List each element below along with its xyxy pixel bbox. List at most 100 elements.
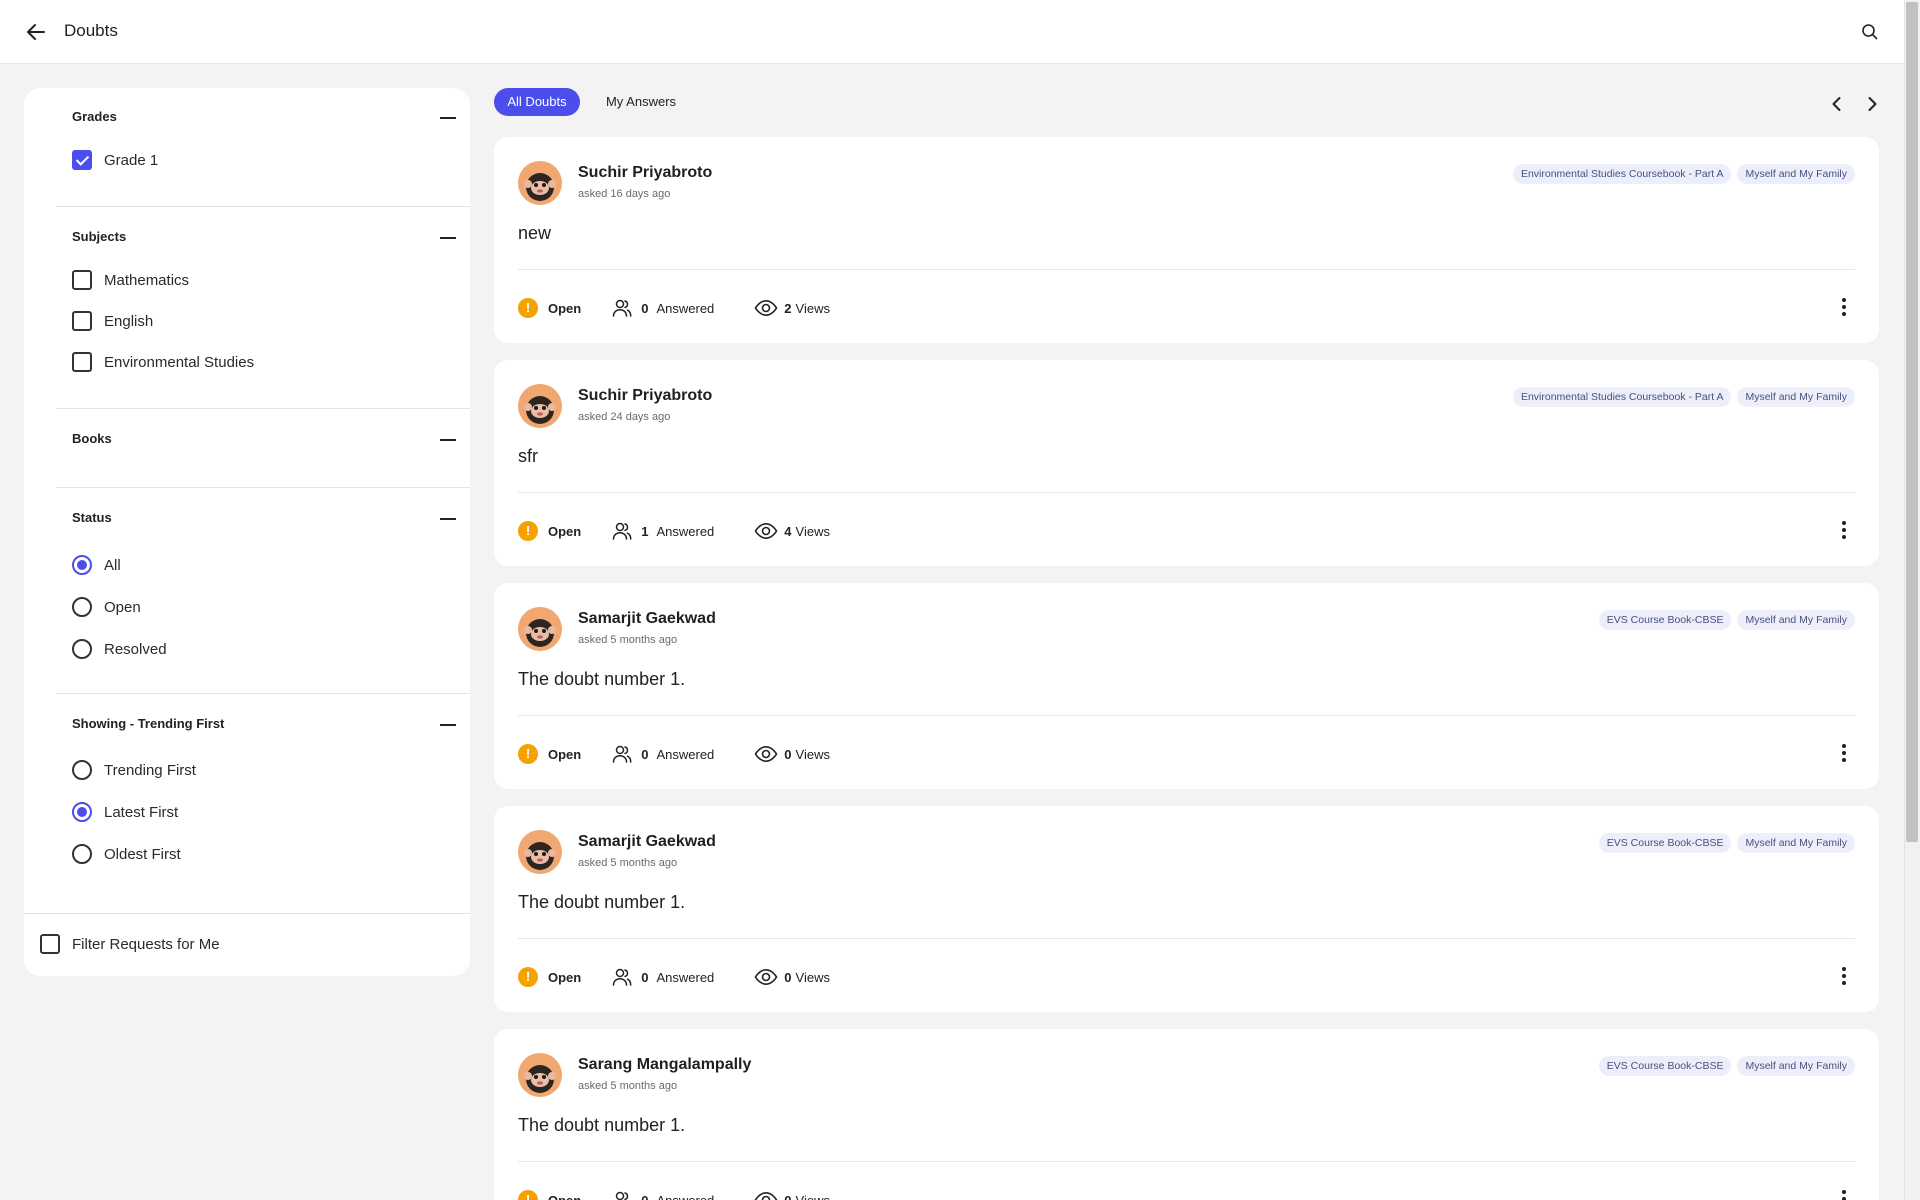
- sort-option-oldest-first[interactable]: Oldest First: [72, 844, 181, 864]
- more-options-icon[interactable]: [1841, 966, 1847, 986]
- user-avatar[interactable]: [518, 607, 562, 651]
- status-collapse-icon[interactable]: [440, 518, 456, 520]
- user-avatar[interactable]: [518, 1053, 562, 1097]
- status-section-title: Status: [72, 510, 112, 525]
- author-name[interactable]: Sarang Mangalampally: [578, 1056, 751, 1074]
- divider: [518, 269, 1855, 270]
- alert-icon: !: [518, 967, 538, 987]
- answered-label: Answered: [656, 523, 715, 539]
- doubt-card[interactable]: Suchir Priyabroto asked 16 days ago Envi…: [494, 137, 1879, 343]
- doubt-text[interactable]: new: [518, 223, 551, 244]
- views-label: Views: [795, 746, 830, 762]
- answered-label: Answered: [656, 746, 715, 762]
- divider: [56, 693, 470, 694]
- divider: [518, 1161, 1855, 1162]
- tag-list: EVS Course Book-CBSE Myself and My Famil…: [1598, 1056, 1855, 1076]
- chapter-tag[interactable]: Myself and My Family: [1737, 610, 1855, 630]
- doubt-text[interactable]: sfr: [518, 446, 538, 467]
- book-tag[interactable]: EVS Course Book-CBSE: [1598, 1056, 1732, 1076]
- book-tag[interactable]: EVS Course Book-CBSE: [1598, 833, 1732, 853]
- grades-collapse-icon[interactable]: [440, 117, 456, 119]
- asked-time: asked 5 months ago: [578, 1080, 678, 1092]
- back-arrow-icon[interactable]: [24, 20, 48, 44]
- views-count: 0: [784, 1192, 792, 1200]
- trending-first-label: Trending First: [104, 761, 196, 779]
- status-all-radio[interactable]: [72, 555, 92, 575]
- user-avatar[interactable]: [518, 384, 562, 428]
- book-tag[interactable]: EVS Course Book-CBSE: [1598, 610, 1732, 630]
- sort-option-latest-first[interactable]: Latest First: [72, 802, 178, 822]
- author-name[interactable]: Samarjit Gaekwad: [578, 833, 716, 851]
- trending-first-radio[interactable]: [72, 760, 92, 780]
- author-name[interactable]: Suchir Priyabroto: [578, 164, 712, 182]
- chevron-right-icon[interactable]: [1862, 94, 1882, 114]
- more-options-icon[interactable]: [1841, 520, 1847, 540]
- user-avatar[interactable]: [518, 161, 562, 205]
- users-icon: [612, 299, 632, 317]
- answered-count: 0: [641, 300, 649, 316]
- doubt-card[interactable]: Samarjit Gaekwad asked 5 months ago EVS …: [494, 583, 1879, 789]
- books-collapse-icon[interactable]: [440, 439, 456, 441]
- chapter-tag[interactable]: Myself and My Family: [1737, 164, 1855, 184]
- doubt-meta: ! Open 0 Answered 0 Views: [518, 965, 830, 989]
- sort-collapse-icon[interactable]: [440, 724, 456, 726]
- doubt-meta: ! Open 0 Answered 2 Views: [518, 296, 830, 320]
- more-options-icon[interactable]: [1841, 1189, 1847, 1200]
- subjects-collapse-icon[interactable]: [440, 237, 456, 239]
- chapter-tag[interactable]: Myself and My Family: [1737, 833, 1855, 853]
- asked-time: asked 16 days ago: [578, 188, 671, 200]
- doubt-text[interactable]: The doubt number 1.: [518, 892, 685, 913]
- doubt-text[interactable]: The doubt number 1.: [518, 1115, 685, 1136]
- doubt-card[interactable]: Samarjit Gaekwad asked 5 months ago EVS …: [494, 806, 1879, 1012]
- doubt-card[interactable]: Suchir Priyabroto asked 24 days ago Envi…: [494, 360, 1879, 566]
- scrollbar-thumb[interactable]: [1906, 2, 1918, 842]
- subject-option-mathematics[interactable]: Mathematics: [72, 270, 189, 290]
- status-label: Open: [548, 523, 582, 539]
- divider: [518, 715, 1855, 716]
- environmental-studies-label: Environmental Studies: [104, 353, 255, 371]
- latest-first-radio[interactable]: [72, 802, 92, 822]
- tab-my-answers[interactable]: My Answers: [596, 88, 686, 116]
- asked-time: asked 5 months ago: [578, 857, 678, 869]
- more-options-icon[interactable]: [1841, 297, 1847, 317]
- status-resolved-radio[interactable]: [72, 639, 92, 659]
- eye-icon: [754, 299, 778, 317]
- views-count: 4: [784, 523, 792, 539]
- author-name[interactable]: Suchir Priyabroto: [578, 387, 712, 405]
- filter-requests-checkbox[interactable]: [40, 934, 60, 954]
- doubt-text[interactable]: The doubt number 1.: [518, 669, 685, 690]
- grade-1-checkbox[interactable]: [72, 150, 92, 170]
- status-open-radio[interactable]: [72, 597, 92, 617]
- tab-all-doubts[interactable]: All Doubts: [494, 88, 580, 116]
- author-name[interactable]: Samarjit Gaekwad: [578, 610, 716, 628]
- more-options-icon[interactable]: [1841, 743, 1847, 763]
- filter-requests-option[interactable]: Filter Requests for Me: [40, 934, 220, 954]
- grade-1-checkbox-option[interactable]: Grade 1: [72, 150, 158, 170]
- oldest-first-radio[interactable]: [72, 844, 92, 864]
- book-tag[interactable]: Environmental Studies Coursebook - Part …: [1512, 387, 1732, 407]
- subjects-section-title: Subjects: [72, 229, 127, 244]
- chapter-tag[interactable]: Myself and My Family: [1737, 387, 1855, 407]
- answered-count: 0: [641, 1192, 649, 1200]
- subject-option-environmental-studies[interactable]: Environmental Studies: [72, 352, 254, 372]
- views-count: 0: [784, 969, 792, 985]
- views-label: Views: [795, 523, 830, 539]
- filter-sidebar: Grades Grade 1 Subjects Mathematics Engl…: [24, 88, 470, 976]
- environmental-studies-checkbox[interactable]: [72, 352, 92, 372]
- doubt-card[interactable]: Sarang Mangalampally asked 5 months ago …: [494, 1029, 1879, 1200]
- chevron-left-icon[interactable]: [1827, 94, 1847, 114]
- book-tag[interactable]: Environmental Studies Coursebook - Part …: [1512, 164, 1732, 184]
- status-option-resolved[interactable]: Resolved: [72, 639, 167, 659]
- chapter-tag[interactable]: Myself and My Family: [1737, 1056, 1855, 1076]
- sort-option-trending-first[interactable]: Trending First: [72, 760, 196, 780]
- mathematics-checkbox[interactable]: [72, 270, 92, 290]
- user-avatar[interactable]: [518, 830, 562, 874]
- divider: [518, 938, 1855, 939]
- english-checkbox[interactable]: [72, 311, 92, 331]
- status-option-all[interactable]: All: [72, 555, 121, 575]
- alert-icon: !: [518, 744, 538, 764]
- status-option-open[interactable]: Open: [72, 597, 141, 617]
- search-icon[interactable]: [1860, 22, 1880, 42]
- filter-requests-label: Filter Requests for Me: [72, 935, 220, 953]
- subject-option-english[interactable]: English: [72, 311, 153, 331]
